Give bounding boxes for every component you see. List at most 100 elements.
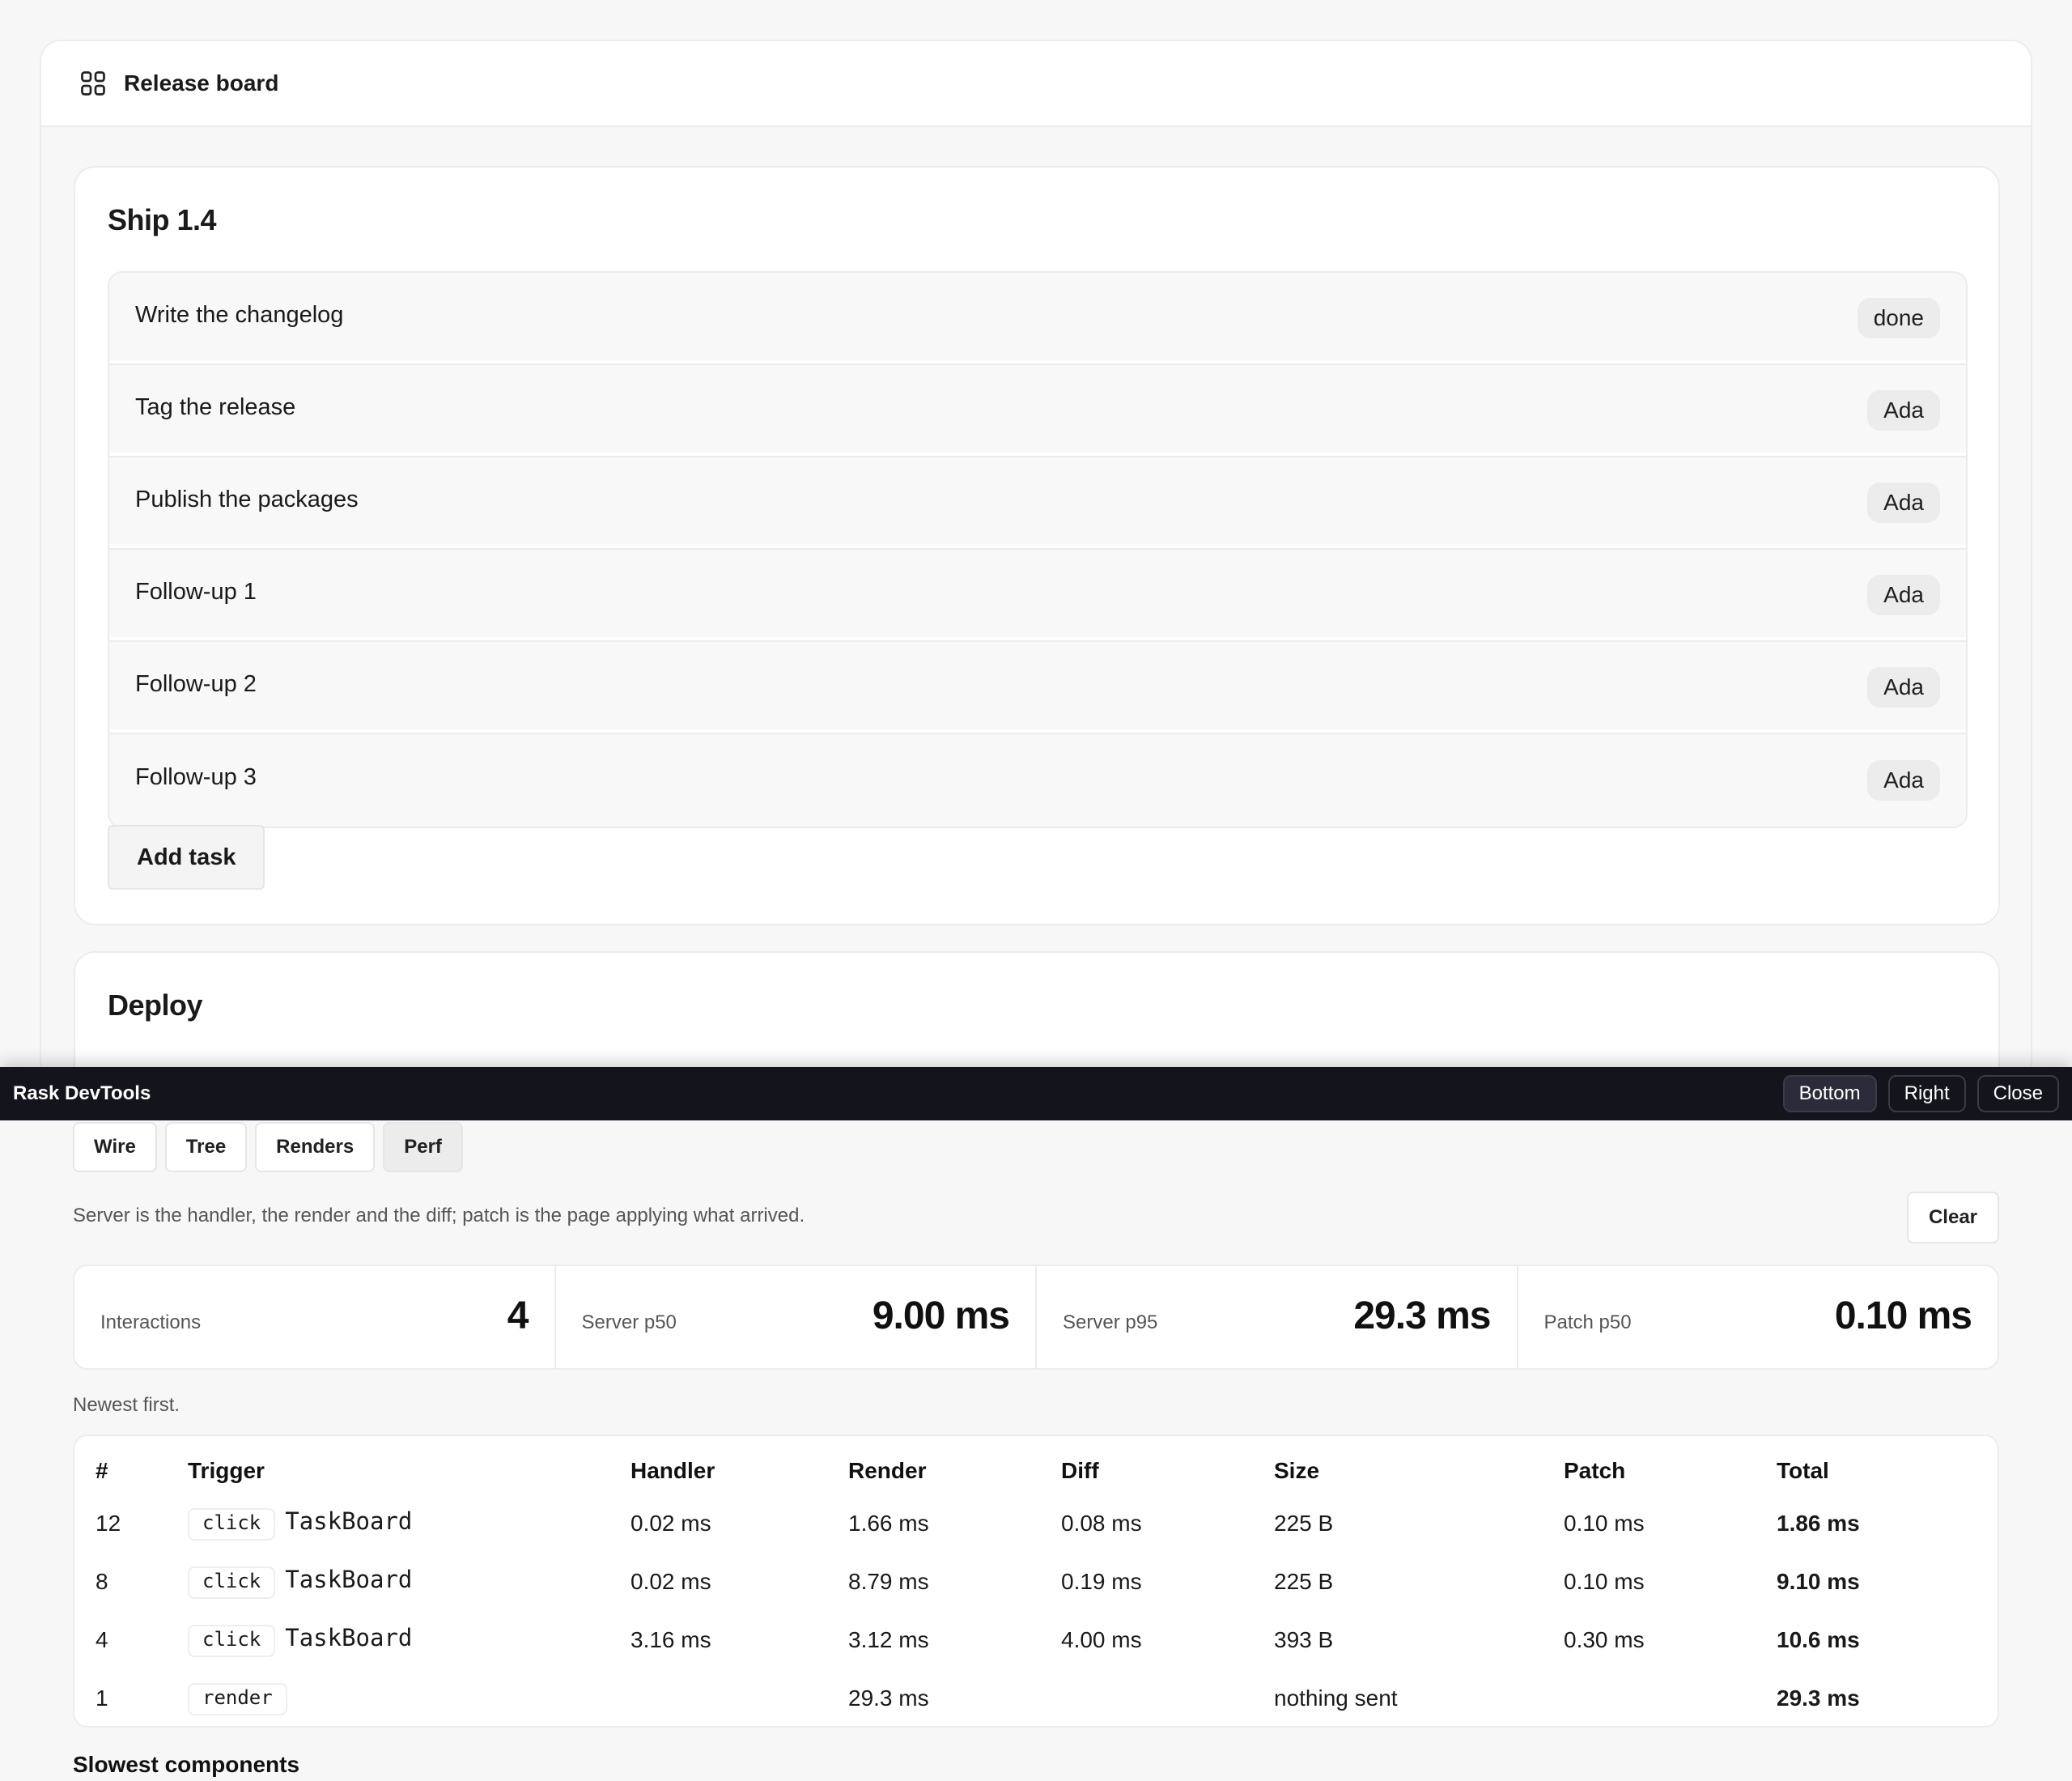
cell-render: 1.66 ms [848,1511,929,1536]
close-devtools-button[interactable]: Close [1976,1075,2059,1112]
cell-trigger: click TaskBoard [188,1611,631,1669]
task-item[interactable]: Publish the packages Ada [109,457,1966,550]
cell-diff: 4.00 ms [1061,1627,1142,1652]
column-header: Total [1777,1458,1829,1483]
stat-value: 29.3 ms [1353,1294,1491,1337]
cell-size: 393 B [1274,1627,1334,1652]
app-title: Release board [124,70,279,96]
task-item[interactable]: Tag the release Ada [109,365,1966,457]
tab-wire[interactable]: Wire [73,1122,157,1172]
devtools-panel: Rask DevTools Bottom Right Close Wire Tr… [0,1067,2072,1781]
devtools-tabs: Wire Tree Renders Perf [73,1122,463,1172]
cell-handler: 3.16 ms [631,1627,711,1652]
task-item[interactable]: Write the changelog done [109,273,1966,365]
task-item[interactable]: Follow-up 3 Ada [109,734,1966,827]
assignee-badge[interactable]: Ada [1867,575,1940,615]
grid-icon [81,71,105,96]
cell-num: 12 [96,1511,121,1536]
column-header: # [96,1458,108,1483]
stats-summary: Interactions 4 Server p50 9.00 ms Server… [73,1265,1999,1370]
assignee-badge[interactable]: Ada [1867,482,1940,523]
perf-description: Server is the handler, the render and th… [73,1205,805,1226]
table-row[interactable]: 1 render 29.3 ms nothing sent 29.3 ms [74,1669,1998,1726]
clear-button[interactable]: Clear [1907,1192,1999,1243]
column-header: Render [848,1458,927,1483]
task-text: Follow-up 2 [135,670,257,697]
cell-diff: 0.08 ms [1061,1511,1142,1536]
app-window: Release board Ship 1.4 Write the changel… [40,40,2032,1173]
order-note: Newest first. [73,1394,180,1416]
cell-trigger: click TaskBoard [188,1494,631,1553]
stat-server-p95: Server p95 29.3 ms [1037,1266,1518,1368]
cell-patch: 0.30 ms [1564,1627,1645,1652]
cell-patch: 0.10 ms [1564,1569,1645,1594]
column-header: Handler [631,1458,715,1483]
table-row[interactable]: 8 click TaskBoard 0.02 ms 8.79 ms 0.19 ms… [74,1553,1998,1611]
cell-patch: 0.10 ms [1564,1511,1645,1536]
dock-controls: Bottom Right Close [1782,1075,2059,1112]
deploy-card-title: Deploy [108,988,203,1022]
cell-total: 1.86 ms [1777,1511,1860,1536]
cell-render: 8.79 ms [848,1569,929,1594]
add-task-button[interactable]: Add task [108,825,265,890]
stat-label: Server p50 [581,1311,677,1333]
tab-perf[interactable]: Perf [383,1122,463,1172]
stat-value: 0.10 ms [1834,1294,1972,1337]
task-text: Write the changelog [135,301,344,328]
cell-patch [1564,1669,1777,1726]
cell-num: 4 [96,1627,108,1652]
event-tag: click [188,1566,276,1599]
component-name: TaskBoard [285,1623,413,1651]
stat-patch-p50: Patch p50 0.10 ms [1518,1266,1998,1368]
app-header: Release board [41,41,2031,127]
cell-trigger: click TaskBoard [188,1553,631,1611]
component-name: TaskBoard [285,1565,413,1593]
task-list: Write the changelog done Tag the release… [108,271,1968,828]
stat-server-p50: Server p50 9.00 ms [556,1266,1037,1368]
stat-label: Patch p50 [1543,1311,1632,1333]
stat-label: Interactions [100,1311,202,1333]
stat-value: 4 [507,1294,529,1337]
cell-num: 8 [96,1569,108,1594]
cell-num: 1 [96,1685,108,1711]
devtools-toolbar: Rask DevTools Bottom Right Close [0,1067,2072,1120]
event-tag: render [188,1682,287,1715]
event-tag: click [188,1624,276,1657]
ship-card: Ship 1.4 Write the changelog done Tag th… [74,166,2000,925]
cell-render: 29.3 ms [848,1685,929,1711]
column-header: Trigger [188,1458,265,1483]
assignee-badge[interactable]: Ada [1867,390,1940,431]
task-item[interactable]: Follow-up 2 Ada [109,642,1966,734]
devtools-title: Rask DevTools [13,1082,151,1104]
column-header: Patch [1564,1458,1626,1483]
component-name: TaskBoard [285,1507,413,1535]
stat-label: Server p95 [1063,1311,1158,1333]
tab-tree[interactable]: Tree [164,1122,248,1172]
table-row[interactable]: 4 click TaskBoard 3.16 ms 3.12 ms 4.00 ms… [74,1611,1998,1669]
cell-diff [1061,1669,1274,1726]
task-text: Follow-up 1 [135,578,257,605]
stat-interactions: Interactions 4 [74,1266,556,1368]
task-item[interactable]: Follow-up 1 Ada [109,550,1966,642]
cell-handler: 0.02 ms [631,1511,711,1536]
cell-diff: 0.19 ms [1061,1569,1142,1594]
task-text: Follow-up 3 [135,763,257,790]
tab-renders[interactable]: Renders [255,1122,376,1172]
assignee-badge[interactable]: Ada [1867,667,1940,708]
cell-handler: 0.02 ms [631,1569,711,1594]
slowest-components-heading: Slowest components [73,1752,300,1777]
dock-bottom-button[interactable]: Bottom [1782,1075,1877,1112]
cell-handler [631,1669,848,1726]
cell-size: nothing sent [1274,1685,1398,1711]
table-row[interactable]: 12 click TaskBoard 0.02 ms 1.66 ms 0.08 m… [74,1494,1998,1553]
column-header: Size [1274,1458,1320,1483]
cell-total: 29.3 ms [1777,1685,1860,1711]
ship-card-title: Ship 1.4 [108,203,217,236]
dock-right-button[interactable]: Right [1887,1075,1966,1112]
task-text: Tag the release [135,393,296,420]
status-badge[interactable]: done [1857,298,1940,338]
perf-table: # Trigger Handler Render Diff Size Patch… [73,1435,1999,1728]
cell-size: 225 B [1274,1569,1334,1594]
column-header: Diff [1061,1458,1099,1483]
assignee-badge[interactable]: Ada [1867,760,1940,801]
